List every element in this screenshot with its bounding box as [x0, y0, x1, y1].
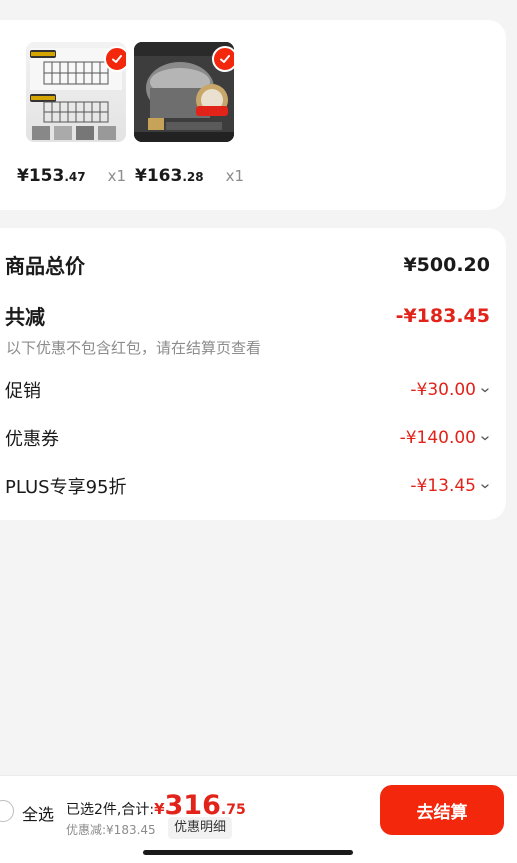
home-indicator	[143, 850, 353, 855]
coupon-label: 优惠券	[5, 429, 59, 450]
product-image[interactable]	[134, 42, 234, 142]
chevron-down-icon[interactable]	[480, 385, 490, 395]
coupon-amount: -¥140.00	[399, 428, 476, 448]
chevron-down-icon[interactable]	[480, 481, 490, 491]
chevron-down-icon[interactable]	[480, 433, 490, 443]
price-decimal: .47	[64, 170, 86, 184]
selected-check[interactable]	[212, 46, 234, 72]
price-integer: 153	[28, 166, 65, 186]
promo-value[interactable]: -¥30.00	[410, 380, 490, 400]
plus-amount: -¥13.45	[410, 476, 476, 496]
selected-check[interactable]	[104, 46, 126, 72]
check-icon	[112, 55, 122, 63]
total-value: ¥500.20	[403, 253, 490, 276]
plus-value[interactable]: -¥13.45	[410, 476, 490, 496]
product-item[interactable]	[26, 42, 126, 142]
product-image[interactable]	[26, 42, 126, 142]
discount-text: 优惠减:¥183.45	[66, 823, 156, 837]
price-decimal: .28	[182, 170, 204, 184]
discount-detail-button[interactable]: 优惠明细	[168, 817, 233, 839]
price-summary-card: 商品总价 ¥500.20 共减 -¥183.45 以下优惠不包含红包，请在结算页…	[0, 228, 506, 520]
currency-symbol: ¥	[135, 166, 147, 186]
selected-count-text: 已选2件,合计:	[66, 802, 155, 818]
plus-discount-row[interactable]: PLUS专享95折 -¥13.45	[5, 473, 490, 499]
promo-label: 促销	[5, 381, 41, 402]
currency-symbol: ¥	[17, 166, 29, 186]
currency-symbol: ¥	[154, 800, 165, 818]
discount-note: 以下优惠不包含红包，请在结算页查看	[6, 339, 262, 357]
reduce-label: 共减	[5, 305, 45, 329]
promo-row[interactable]: 促销 -¥30.00	[5, 377, 490, 403]
reduce-row: 共减 -¥183.45	[5, 301, 490, 330]
product-item[interactable]	[134, 42, 234, 142]
product-price: ¥ 153 .47 x1	[17, 166, 126, 190]
plus-label: PLUS专享95折	[5, 477, 127, 498]
quantity: x1	[107, 167, 127, 185]
promo-amount: -¥30.00	[410, 380, 476, 400]
select-all-label[interactable]: 全选	[22, 801, 54, 825]
check-icon	[220, 55, 230, 63]
coupon-value[interactable]: -¥140.00	[400, 428, 490, 448]
product-card: ¥ 153 .47 x1 ¥ 163 .28 x1	[0, 20, 506, 210]
price-integer: 163	[146, 166, 183, 186]
select-all-radio[interactable]	[0, 800, 14, 822]
total-decimal: .75	[220, 802, 246, 818]
total-label: 商品总价	[5, 254, 85, 278]
total-row: 商品总价 ¥500.20	[5, 250, 490, 279]
quantity: x1	[225, 167, 245, 185]
product-price: ¥ 163 .28 x1	[135, 166, 244, 190]
reduce-value: -¥183.45	[395, 304, 490, 327]
checkout-button[interactable]: 去结算	[380, 785, 504, 835]
coupon-row[interactable]: 优惠券 -¥140.00	[5, 425, 490, 451]
